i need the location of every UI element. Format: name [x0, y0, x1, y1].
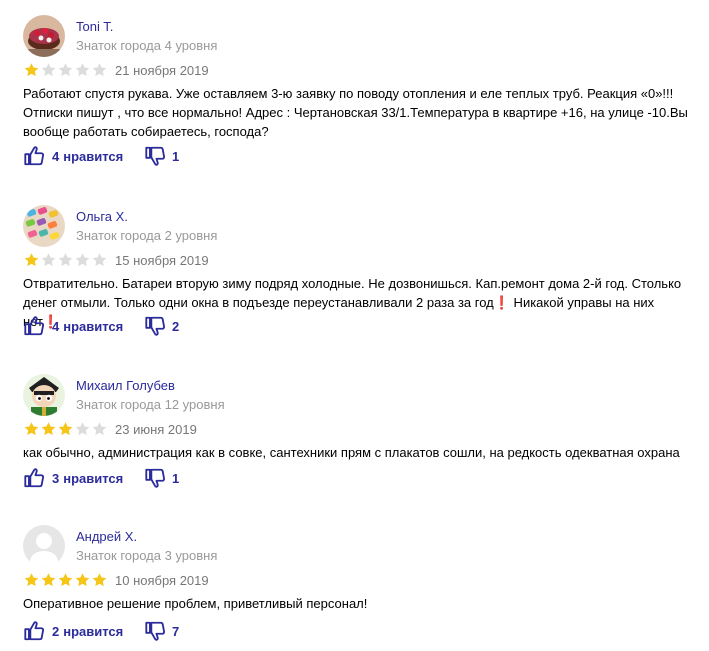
- thumbs-down-icon: [144, 315, 166, 337]
- review-text: Оперативное решение проблем, приветливый…: [23, 596, 368, 611]
- review-date: 10 ноября 2019: [115, 573, 209, 588]
- star-icon: [23, 572, 40, 588]
- like-label: нравится: [63, 318, 124, 334]
- review-text: как обычно, администрация как в совке, с…: [23, 445, 680, 460]
- author-name[interactable]: Toni T.: [76, 19, 113, 34]
- dislike-count: 2: [172, 318, 180, 334]
- avatar[interactable]: [23, 525, 65, 567]
- review-date: 15 ноября 2019: [115, 253, 209, 268]
- like-button[interactable]: 4 нравится: [23, 145, 144, 167]
- review-text: Работают спустя рукава. Уже оставляем 3-…: [23, 86, 688, 139]
- like-count: 3: [52, 470, 60, 486]
- star-icon: [40, 62, 57, 78]
- thumbs-down-icon: [144, 145, 166, 167]
- rating-stars: [23, 62, 108, 78]
- rating-stars: [23, 421, 108, 437]
- dislike-button[interactable]: 7: [144, 620, 179, 642]
- star-icon: [23, 252, 40, 268]
- dislike-button[interactable]: 2: [144, 315, 179, 337]
- dislike-count: 1: [172, 470, 180, 486]
- star-icon: [57, 421, 74, 437]
- star-icon: [74, 62, 91, 78]
- cartoon-character-image: [23, 374, 65, 416]
- star-icon: [74, 572, 91, 588]
- avatar[interactable]: [23, 374, 65, 416]
- like-count: 2: [52, 623, 60, 639]
- star-icon: [57, 62, 74, 78]
- like-button[interactable]: 3 нравится: [23, 467, 144, 489]
- author-level: Знаток города 2 уровня: [76, 228, 218, 243]
- author-name[interactable]: Ольга Х.: [76, 209, 128, 224]
- author-name[interactable]: Михаил Голубев: [76, 378, 175, 393]
- author-level: Знаток города 4 уровня: [76, 38, 218, 53]
- star-icon: [91, 421, 108, 437]
- like-label: нравится: [63, 623, 124, 639]
- review-actions: 2 нравится 7: [23, 620, 179, 642]
- avatar[interactable]: [23, 15, 65, 57]
- rating-stars: [23, 252, 108, 268]
- star-icon: [57, 572, 74, 588]
- dislike-button[interactable]: 1: [144, 467, 179, 489]
- dislike-count: 7: [172, 623, 180, 639]
- review-actions: 4 нравится 1: [23, 145, 179, 167]
- thumbs-up-icon: [23, 145, 45, 167]
- avatar[interactable]: [23, 205, 65, 247]
- like-button[interactable]: 2 нравится: [23, 620, 144, 642]
- dislike-button[interactable]: 1: [144, 145, 179, 167]
- thumbs-down-icon: [144, 467, 166, 489]
- star-icon: [91, 62, 108, 78]
- thumbs-up-icon: [23, 315, 45, 337]
- cake-photo: [23, 15, 65, 57]
- star-icon: [40, 421, 57, 437]
- star-icon: [91, 572, 108, 588]
- review-date: 23 июня 2019: [115, 422, 197, 437]
- thumbs-up-icon: [23, 467, 45, 489]
- colorful-photo: [23, 205, 65, 247]
- author-level: Знаток города 12 уровня: [76, 397, 225, 412]
- review-actions: 4 нравится 2: [23, 315, 179, 337]
- like-label: нравится: [63, 148, 124, 164]
- like-count: 4: [52, 148, 60, 164]
- star-icon: [40, 572, 57, 588]
- dislike-count: 1: [172, 148, 180, 164]
- author-level: Знаток города 3 уровня: [76, 548, 218, 563]
- rating-stars: [23, 572, 108, 588]
- review-date: 21 ноября 2019: [115, 63, 209, 78]
- like-count: 4: [52, 318, 60, 334]
- star-icon: [91, 252, 108, 268]
- review-actions: 3 нравится 1: [23, 467, 179, 489]
- star-icon: [23, 421, 40, 437]
- star-icon: [74, 421, 91, 437]
- like-button[interactable]: 4 нравится: [23, 315, 144, 337]
- star-icon: [40, 252, 57, 268]
- author-name[interactable]: Андрей Х.: [76, 529, 137, 544]
- star-icon: [23, 62, 40, 78]
- star-icon: [57, 252, 74, 268]
- default-user-icon: [23, 525, 65, 567]
- like-label: нравится: [63, 470, 124, 486]
- thumbs-up-icon: [23, 620, 45, 642]
- thumbs-down-icon: [144, 620, 166, 642]
- star-icon: [74, 252, 91, 268]
